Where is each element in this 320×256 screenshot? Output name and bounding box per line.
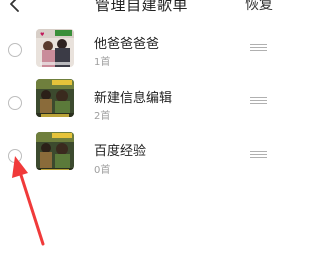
select-radio[interactable] bbox=[8, 96, 22, 110]
select-radio[interactable] bbox=[8, 149, 22, 163]
drag-handle-icon[interactable] bbox=[250, 151, 267, 159]
page-title: 管理自建歌单 bbox=[94, 0, 188, 14]
playlist-song-count: 0首 bbox=[94, 165, 111, 176]
playlist-cover-image bbox=[36, 79, 74, 117]
playlist-cover-image bbox=[36, 132, 74, 170]
playlist-song-count: 2首 bbox=[94, 111, 111, 122]
playlist-name: 百度经验 bbox=[94, 144, 147, 159]
playlist-manager-screen: 管理自建歌单 恢复 ♥ 他爸爸爸爸 1首 新建信息编辑 2首 百度经验 0首 bbox=[0, 0, 283, 256]
restore-button[interactable]: 恢复 bbox=[245, 0, 273, 14]
playlist-row[interactable]: ♥ 他爸爸爸爸 1首 bbox=[0, 27, 283, 73]
drag-handle-icon[interactable] bbox=[250, 97, 267, 105]
playlist-name: 他爸爸爸爸 bbox=[94, 37, 160, 52]
svg-text:♥: ♥ bbox=[40, 32, 45, 38]
playlist-row[interactable]: 新建信息编辑 2首 bbox=[0, 79, 283, 125]
header-bar: 管理自建歌单 恢复 bbox=[0, 0, 283, 20]
playlist-name: 新建信息编辑 bbox=[94, 91, 173, 106]
drag-handle-icon[interactable] bbox=[250, 44, 267, 52]
select-radio[interactable] bbox=[8, 43, 22, 57]
playlist-song-count: 1首 bbox=[94, 57, 111, 68]
playlist-cover-image: ♥ bbox=[36, 29, 74, 67]
playlist-row[interactable]: 百度经验 0首 bbox=[0, 132, 283, 178]
